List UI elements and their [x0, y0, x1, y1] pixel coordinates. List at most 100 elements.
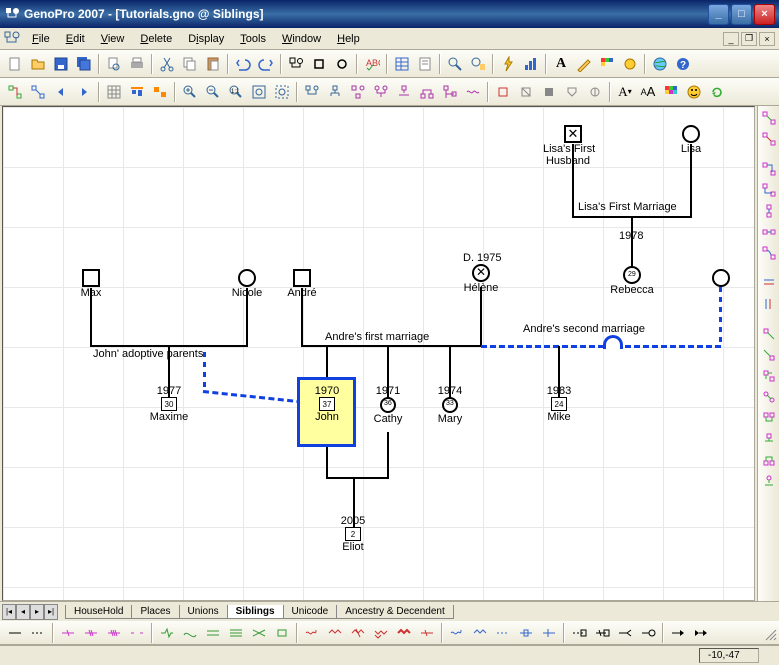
menu-tools[interactable]: Tools — [232, 31, 274, 47]
globe-button[interactable] — [649, 53, 671, 75]
vtool-3[interactable] — [760, 159, 778, 179]
open-button[interactable] — [27, 53, 49, 75]
rel-21[interactable] — [492, 622, 514, 644]
vtool-4[interactable] — [760, 180, 778, 200]
link-tool1[interactable] — [4, 81, 26, 103]
rel-5[interactable] — [103, 622, 125, 644]
person-rebecca[interactable]: 29Rebecca — [607, 266, 657, 296]
paste-button[interactable] — [202, 53, 224, 75]
display-tool2[interactable] — [515, 81, 537, 103]
redo-button[interactable] — [255, 53, 277, 75]
mdi-restore[interactable]: ❐ — [741, 32, 757, 46]
person-max[interactable]: Max — [73, 269, 109, 299]
person-helene[interactable]: D. 1975Hélène — [463, 252, 499, 294]
cut-button[interactable] — [156, 53, 178, 75]
genogram-tool5[interactable] — [393, 81, 415, 103]
tab-unicode[interactable]: Unicode — [283, 605, 338, 619]
menu-delete[interactable]: Delete — [132, 31, 180, 47]
person-cathy[interactable]: 197136Cathy — [368, 385, 408, 425]
rel-1[interactable] — [4, 622, 26, 644]
report-button[interactable] — [414, 53, 436, 75]
minimize-button[interactable]: _ — [708, 4, 729, 25]
rel-7[interactable] — [156, 622, 178, 644]
genogram-tool7[interactable] — [439, 81, 461, 103]
person-mary[interactable]: 197433Mary — [430, 385, 470, 425]
vtool-f[interactable] — [760, 429, 778, 449]
tab-last[interactable]: ▸| — [44, 604, 58, 620]
rel-20[interactable] — [469, 622, 491, 644]
vtool-g[interactable] — [760, 450, 778, 470]
print-button[interactable] — [126, 53, 148, 75]
person-lisas-husband[interactable]: Lisa's FirstHusband — [553, 125, 593, 167]
save-button[interactable] — [50, 53, 72, 75]
rel-8[interactable] — [179, 622, 201, 644]
rel-2[interactable] — [27, 622, 49, 644]
nav-right[interactable] — [73, 81, 95, 103]
rel-29[interactable] — [690, 622, 712, 644]
menu-display[interactable]: Display — [180, 31, 232, 47]
menu-edit[interactable]: Edit — [58, 31, 93, 47]
vtool-5[interactable] — [760, 201, 778, 221]
genogram-tool2[interactable] — [324, 81, 346, 103]
rel-25[interactable] — [591, 622, 613, 644]
rel-22[interactable] — [515, 622, 537, 644]
nav-left[interactable] — [50, 81, 72, 103]
person-nicole[interactable]: Nicole — [229, 269, 265, 299]
table-layout-button[interactable] — [391, 53, 413, 75]
tab-first[interactable]: |◂ — [2, 604, 16, 620]
menu-file[interactable]: File — [24, 31, 58, 47]
vtool-6[interactable] — [760, 222, 778, 242]
rel-23[interactable] — [538, 622, 560, 644]
display-tool5[interactable] — [584, 81, 606, 103]
menu-help[interactable]: Help — [329, 31, 368, 47]
vtool-2[interactable] — [760, 129, 778, 149]
align-button[interactable] — [126, 81, 148, 103]
resize-grip[interactable] — [764, 628, 778, 642]
family-wizard-button[interactable] — [285, 53, 307, 75]
vtool-1[interactable] — [760, 108, 778, 128]
zoom-fit-button[interactable] — [248, 81, 270, 103]
copy-button[interactable] — [179, 53, 201, 75]
tab-places[interactable]: Places — [131, 605, 179, 619]
person-lisa[interactable]: Lisa — [673, 125, 709, 155]
canvas-viewport[interactable]: Lisa's FirstHusband Lisa Lisa's First Ma… — [2, 106, 755, 601]
rel-15[interactable] — [347, 622, 369, 644]
find-button[interactable] — [444, 53, 466, 75]
person-andre[interactable]: André — [284, 269, 320, 299]
person-lisa2[interactable] — [703, 269, 739, 287]
rel-4[interactable] — [80, 622, 102, 644]
save-all-button[interactable] — [73, 53, 95, 75]
mdi-minimize[interactable]: _ — [723, 32, 739, 46]
undo-button[interactable] — [232, 53, 254, 75]
rel-10[interactable] — [225, 622, 247, 644]
text-label-button[interactable]: A — [550, 53, 572, 75]
genogram-tool8[interactable] — [462, 81, 484, 103]
vtool-9[interactable] — [760, 294, 778, 314]
tab-ancestry[interactable]: Ancestry & Decendent — [336, 605, 454, 619]
vtool-a[interactable] — [760, 324, 778, 344]
display-tool4[interactable] — [561, 81, 583, 103]
rel-11[interactable] — [248, 622, 270, 644]
rel-3[interactable] — [57, 622, 79, 644]
vtool-7[interactable] — [760, 243, 778, 263]
zoom-100-button[interactable]: 1:1 — [225, 81, 247, 103]
chart-button[interactable] — [520, 53, 542, 75]
vtool-c[interactable] — [760, 366, 778, 386]
rotate-button[interactable] — [706, 81, 728, 103]
genogram-tool3[interactable] — [347, 81, 369, 103]
new-female-button[interactable] — [331, 53, 353, 75]
help-button[interactable]: ? — [672, 53, 694, 75]
new-male-button[interactable] — [308, 53, 330, 75]
print-preview-button[interactable] — [103, 53, 125, 75]
vtool-h[interactable] — [760, 471, 778, 491]
menu-window[interactable]: Window — [274, 31, 329, 47]
person-eliot[interactable]: 20052Eliot — [335, 515, 371, 553]
rel-9[interactable] — [202, 622, 224, 644]
genogram-tool6[interactable] — [416, 81, 438, 103]
tab-household[interactable]: HouseHold — [65, 605, 132, 619]
vtool-e[interactable] — [760, 408, 778, 428]
arrange-button[interactable] — [149, 81, 171, 103]
person-john[interactable]: 197037John — [305, 385, 349, 423]
person-maxime[interactable]: 197730Maxime — [147, 385, 191, 423]
close-button[interactable]: × — [754, 4, 775, 25]
